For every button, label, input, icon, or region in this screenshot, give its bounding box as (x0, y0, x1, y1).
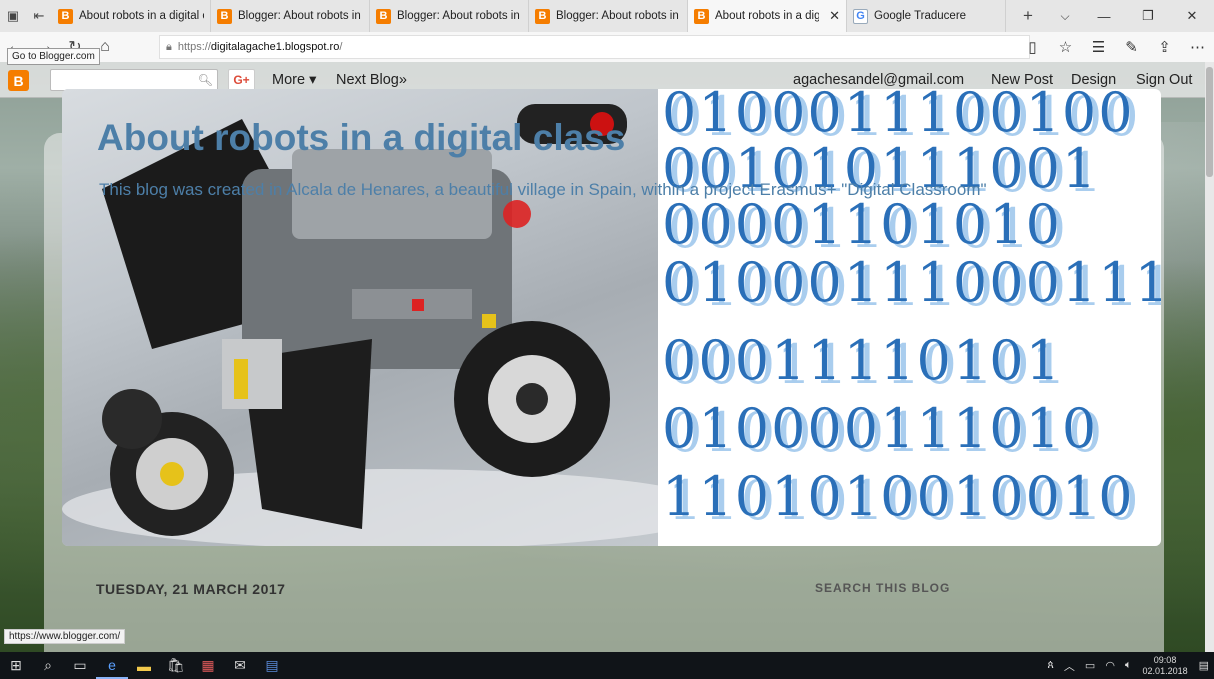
binary-code-image: 0100011100100 001010111001 00001101010 0… (658, 89, 1161, 546)
tab-label: Blogger: About robots in a d (238, 10, 363, 22)
design-link[interactable]: Design (1071, 72, 1116, 88)
window-controls: — ❐ ✕ (1082, 0, 1214, 32)
tabs-aside-icon[interactable]: ▣ (0, 0, 26, 32)
search-icon[interactable]: 🔍︎ (198, 73, 213, 87)
scrollbar-thumb[interactable] (1206, 67, 1213, 177)
blog-description: This blog was created in Alcala de Henar… (99, 180, 987, 199)
more-menu-button[interactable]: More ▾ (272, 72, 316, 88)
blogger-icon: B (535, 8, 550, 24)
binary-row: 00001101010 (662, 193, 1062, 256)
clock-date: 02.01.2018 (1142, 665, 1188, 676)
url-text: https://digitalagache1.blogspot.ro/ (178, 41, 343, 53)
next-blog-link[interactable]: Next Blog» (336, 72, 407, 88)
blogger-icon: B (694, 8, 709, 24)
google-plus-button[interactable]: G+ (228, 69, 255, 91)
browser-tab-strip: ▣ ⇤ B About robots in a digital cla B Bl… (0, 0, 1214, 32)
search-icon[interactable]: ⌕ (32, 652, 64, 679)
wifi-icon[interactable]: ◠ (1100, 659, 1120, 672)
close-window-button[interactable]: ✕ (1170, 0, 1214, 32)
file-explorer-icon[interactable]: ▬ (128, 652, 160, 679)
edge-browser-icon[interactable]: e (96, 652, 128, 679)
favorites-hub-icon[interactable]: ☰ (1082, 38, 1115, 56)
tab-3[interactable]: B Blogger: About robots in a d (370, 0, 529, 32)
tab-label: Google Traducere (874, 10, 967, 22)
gift-app-icon[interactable]: ▦ (192, 652, 224, 679)
tooltip: Go to Blogger.com (7, 48, 100, 65)
maximize-button[interactable]: ❐ (1126, 0, 1170, 32)
system-tray: ጰ ︿ ▭ ◠ 🔈︎ 09:08 02.01.2018 ▤ (1042, 652, 1214, 679)
binary-row: 00011110101 (662, 329, 1062, 392)
web-note-icon[interactable]: ✎ (1115, 38, 1148, 56)
word-app-icon[interactable]: ▤ (256, 652, 288, 679)
blogger-icon: B (376, 8, 391, 24)
store-icon[interactable]: 🛍︎ (160, 652, 192, 679)
battery-icon[interactable]: ▭ (1080, 659, 1100, 672)
new-tab-button[interactable]: + (1006, 0, 1050, 32)
tab-1[interactable]: B About robots in a digital cla (52, 0, 211, 32)
page-viewport: B 🔍︎ G+ More ▾ Next Blog» agachesandel@g… (0, 62, 1214, 652)
tab-label: Blogger: About robots in a d (397, 10, 522, 22)
action-center-icon[interactable]: ▤ (1194, 659, 1214, 672)
more-menu-icon[interactable]: ⋯ (1181, 38, 1214, 56)
tab-preview-chevron-icon[interactable]: ⌵ (1050, 0, 1080, 32)
volume-icon[interactable]: 🔈︎ (1120, 659, 1137, 672)
page-scrollbar[interactable] (1205, 62, 1214, 652)
tab-2[interactable]: B Blogger: About robots in a d (211, 0, 370, 32)
url-scheme: https:// (177, 41, 211, 53)
binary-row: 010000111010 (662, 397, 1099, 460)
blogger-icon: B (217, 8, 232, 24)
people-icon[interactable]: ጰ (1042, 659, 1059, 672)
post-date-heading: TUESDAY, 21 MARCH 2017 (96, 581, 286, 597)
tab-6[interactable]: G Google Traducere (847, 0, 1006, 32)
tab-label: About robots in a digita (715, 10, 820, 22)
status-bar-url: https://www.blogger.com/ (4, 629, 126, 644)
mail-icon[interactable]: ✉ (224, 652, 256, 679)
blogger-logo-icon[interactable]: B (8, 70, 29, 91)
tab-label: Blogger: About robots in a d (556, 10, 681, 22)
binary-row: 1101010010010 (662, 465, 1135, 528)
clock-time: 09:08 (1153, 654, 1177, 665)
tab-label: About robots in a digital cla (79, 10, 204, 22)
address-bar-row: ← → ↻ ⌂ 🔒︎ https://digitalagache1.blogsp… (0, 32, 1214, 62)
account-email[interactable]: agachesandel@gmail.com (793, 72, 964, 88)
url-path: / (339, 41, 343, 53)
blogger-icon: B (58, 8, 73, 24)
binary-row: 01000111000111 (662, 251, 1161, 314)
new-post-link[interactable]: New Post (991, 72, 1053, 88)
address-bar-tools: ▯ ☆ ☰ ✎ ⇪ ⋯ (1016, 32, 1214, 62)
windows-taskbar: ⊞ ⌕ ▭ e ▬ 🛍︎ ▦ ✉ ▤ ጰ ︿ ▭ ◠ 🔈︎ 09:08 02.0… (0, 652, 1214, 679)
blog-title[interactable]: About robots in a digital class (97, 117, 625, 159)
url-host: digitalagache1.blogspot.ro (210, 41, 340, 53)
tray-chevron-icon[interactable]: ︿ (1059, 658, 1080, 674)
share-icon[interactable]: ⇪ (1148, 38, 1181, 56)
sign-out-link[interactable]: Sign Out (1136, 72, 1192, 88)
tab-5-active[interactable]: B About robots in a digita ✕ (688, 0, 847, 32)
minimize-button[interactable]: — (1082, 0, 1126, 32)
clock[interactable]: 09:08 02.01.2018 (1137, 655, 1194, 677)
close-icon[interactable]: ✕ (825, 8, 840, 24)
favorite-star-icon[interactable]: ☆ (1049, 38, 1082, 56)
reading-view-icon[interactable]: ▯ (1016, 38, 1049, 56)
url-field[interactable]: 🔒︎ https://digitalagache1.blogspot.ro/ (159, 35, 1030, 59)
sidebar-search-heading: SEARCH THIS BLOG (815, 581, 951, 595)
lock-icon: 🔒︎ (166, 40, 172, 53)
task-view-icon[interactable]: ▭ (64, 652, 96, 679)
tab-4[interactable]: B Blogger: About robots in a d (529, 0, 688, 32)
google-translate-icon: G (853, 8, 868, 24)
binary-row: 0100011100100 (662, 89, 1135, 144)
windows-start-icon[interactable]: ⊞ (0, 652, 32, 679)
set-aside-tabs-icon[interactable]: ⇤ (26, 0, 52, 32)
blog-search-input[interactable]: 🔍︎ (50, 69, 218, 91)
